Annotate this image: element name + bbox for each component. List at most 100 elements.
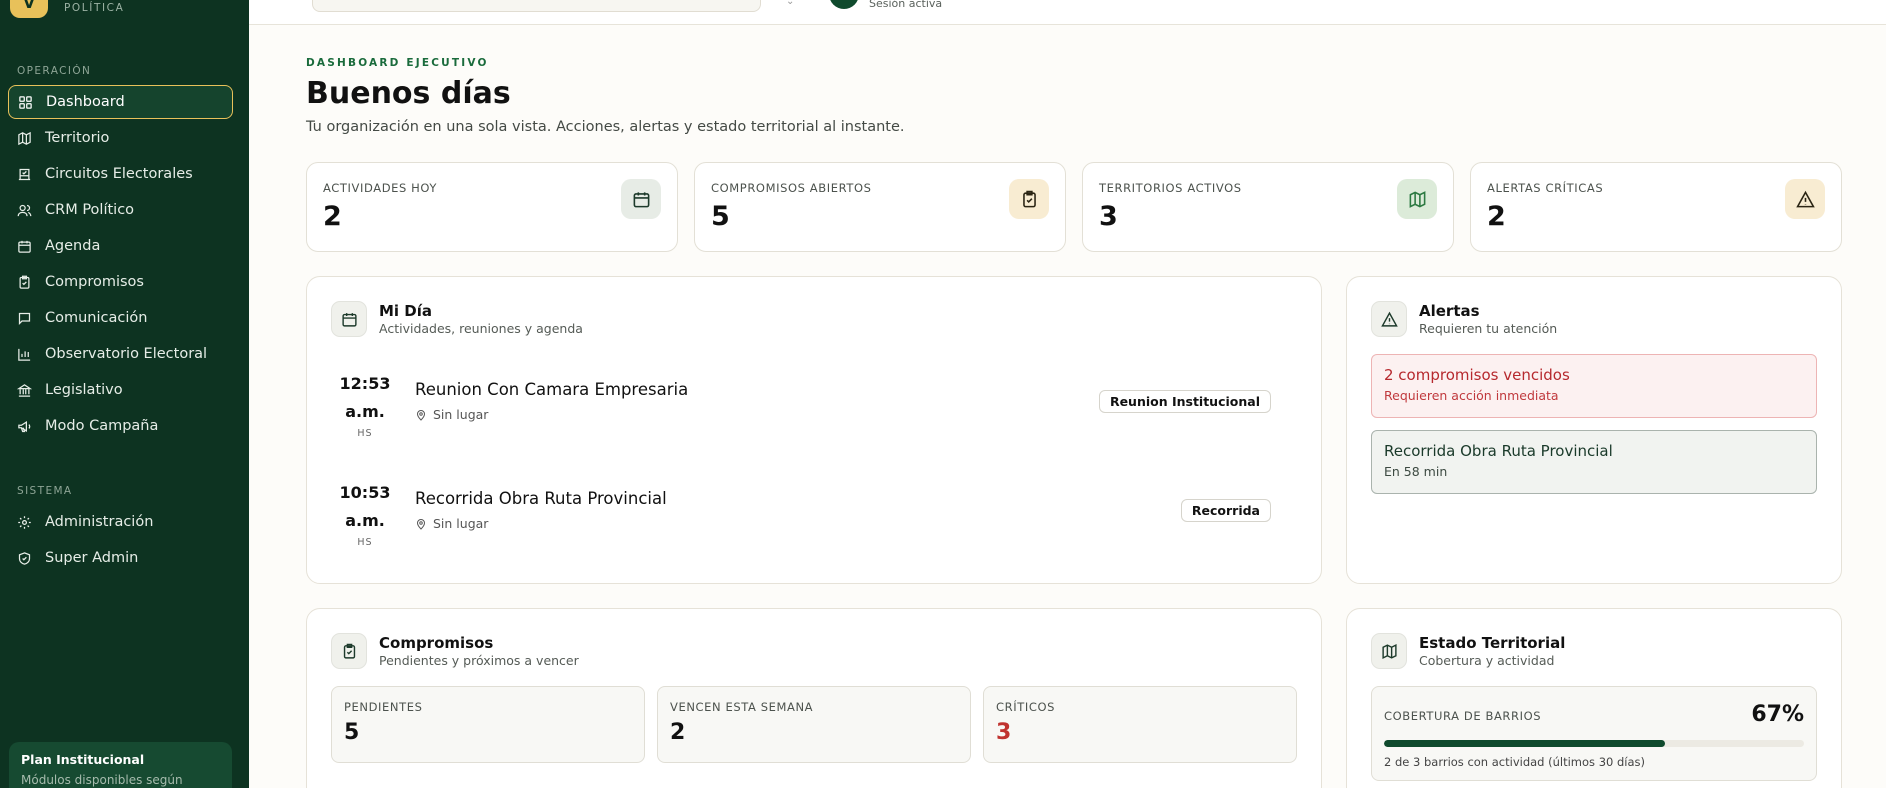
stat-label: COMPROMISOS ABIERTOS [711,181,872,195]
stat-card-alertas-criticas[interactable]: ALERTAS CRÍTICAS 2 [1470,162,1842,252]
page-eyebrow: DASHBOARD EJECUTIVO [306,57,489,69]
bar-chart-icon [18,348,31,361]
ballot-icon [18,168,31,180]
plan-description: Módulos disponibles según [21,773,183,787]
event-location-text: Sin lugar [433,516,489,531]
alert-description: En 58 min [1384,464,1448,479]
alert-title: Recorrida Obra Ruta Provincial [1384,442,1613,460]
stat-value: 5 [711,201,730,232]
map-pin-icon [416,518,426,530]
gear-icon [18,515,31,529]
stat-card-actividades-hoy[interactable]: ACTIVIDADES HOY 2 [306,162,678,252]
page-title: Buenos días [306,76,511,111]
mini-stat-value: 5 [344,720,360,745]
calendar-icon [621,179,661,219]
stat-value: 2 [1487,201,1506,232]
stat-value: 2 [323,201,342,232]
alert-description: Requieren acción inmediata [1384,388,1559,403]
card-title: Mi Día [379,302,433,320]
sidebar-item-label: Administración [45,514,154,530]
event-item[interactable]: 12:53 a.m. HS Reunion Con Camara Empresa… [331,370,1283,450]
sidebar-item-observatorio-electoral[interactable]: Observatorio Electoral [8,337,233,371]
coverage-progress-bar [1384,740,1804,747]
estado-territorial-card: Estado Territorial Cobertura y actividad… [1346,608,1842,788]
map-icon [1371,633,1407,669]
event-location: Sin lugar [415,407,488,422]
coverage-progress-fill [1384,740,1666,747]
section-label-system: SISTEMA [17,485,73,497]
mi-dia-card: Mi Día Actividades, reuniones y agenda 1… [306,276,1322,584]
landmark-icon [17,383,32,397]
grid-icon [19,95,32,109]
event-item[interactable]: 10:53 a.m. HS Recorrida Obra Ruta Provin… [331,479,1283,559]
sidebar-item-administracion[interactable]: Administración [8,505,233,539]
sidebar-nav-system: Administración Super Admin [8,505,233,577]
map-icon [1397,179,1437,219]
sidebar-item-legislativo[interactable]: Legislativo [8,373,233,407]
mini-stat-value: 3 [996,720,1012,745]
card-title: Alertas [1419,302,1480,320]
compromisos-criticos[interactable]: CRÍTICOS 3 [983,686,1297,763]
sidebar-item-label: Observatorio Electoral [45,346,208,362]
alert-triangle-icon [1371,301,1407,337]
brand-subtitle: POLÍTICA [64,2,125,14]
alertas-card: Alertas Requieren tu atención 2 compromi… [1346,276,1842,584]
event-location: Sin lugar [415,516,488,531]
chevron-down-icon[interactable]: ⌄ [786,0,794,7]
sidebar-item-label: Legislativo [45,382,123,398]
event-type-badge: Recorrida [1180,499,1271,522]
sidebar-item-label: Compromisos [45,274,144,290]
clipboard-check-icon [1009,179,1049,219]
sidebar-item-modo-campana[interactable]: Modo Campaña [8,409,233,443]
event-title: Recorrida Obra Ruta Provincial [415,489,667,508]
card-subtitle: Requieren tu atención [1419,321,1558,336]
mini-stat-value: 2 [670,720,686,745]
sidebar: V POLÍTICA OPERACIÓN Dashboard Territori… [0,0,249,788]
sidebar-item-label: Dashboard [46,94,125,110]
session-status: Sesión activa [869,0,943,10]
compromisos-pendientes[interactable]: PENDIENTES 5 [331,686,645,763]
coverage-value: 67% [1751,702,1804,727]
mini-stat-label: CRÍTICOS [996,700,1056,714]
sidebar-item-crm-politico[interactable]: CRM Político [8,193,233,227]
compromisos-vencen-semana[interactable]: VENCEN ESTA SEMANA 2 [657,686,971,763]
section-label-operation: OPERACIÓN [17,65,92,77]
avatar[interactable] [829,0,859,9]
stat-label: TERRITORIOS ACTIVOS [1099,181,1242,195]
alert-item-info[interactable]: Recorrida Obra Ruta Provincial En 58 min [1371,430,1817,494]
search-input[interactable] [312,0,761,12]
sidebar-item-label: Modo Campaña [45,418,159,434]
sidebar-item-super-admin[interactable]: Super Admin [8,541,233,575]
sidebar-nav-operation: Dashboard Territorio Circuitos Electoral… [8,85,233,445]
event-time: 12:53 a.m. [339,374,391,421]
coverage-panel: COBERTURA DE BARRIOS 67% 2 de 3 barrios … [1371,686,1817,781]
card-subtitle: Pendientes y próximos a vencer [379,653,579,668]
sidebar-item-comunicacion[interactable]: Comunicación [8,301,233,335]
card-title: Estado Territorial [1419,634,1566,652]
event-time-unit: HS [357,428,373,439]
stat-card-compromisos-abiertos[interactable]: COMPROMISOS ABIERTOS 5 [694,162,1066,252]
alert-item-critical[interactable]: 2 compromisos vencidos Requieren acción … [1371,354,1817,418]
sidebar-item-label: Agenda [45,238,101,254]
sidebar-item-agenda[interactable]: Agenda [8,229,233,263]
event-title: Reunion Con Camara Empresaria [415,380,689,399]
plan-title: Plan Institucional [21,752,145,767]
stat-label: ACTIVIDADES HOY [323,181,438,195]
users-icon [17,204,32,216]
stat-label: ALERTAS CRÍTICAS [1487,181,1604,195]
event-location-text: Sin lugar [433,407,489,422]
clipboard-check-icon [19,275,30,289]
stat-value: 3 [1099,201,1118,232]
mini-stat-label: VENCEN ESTA SEMANA [670,700,814,714]
sidebar-item-territorio[interactable]: Territorio [8,121,233,155]
card-subtitle: Actividades, reuniones y agenda [379,321,583,336]
sidebar-item-label: Circuitos Electorales [45,166,193,182]
brand[interactable]: V POLÍTICA [10,0,124,18]
sidebar-item-circuitos-electorales[interactable]: Circuitos Electorales [8,157,233,191]
stat-card-territorios-activos[interactable]: TERRITORIOS ACTIVOS 3 [1082,162,1454,252]
sidebar-item-dashboard[interactable]: Dashboard [8,85,233,119]
sidebar-item-label: Super Admin [45,550,139,566]
sidebar-item-label: CRM Político [45,202,135,218]
plan-card: Plan Institucional Módulos disponibles s… [9,742,232,788]
sidebar-item-compromisos[interactable]: Compromisos [8,265,233,299]
